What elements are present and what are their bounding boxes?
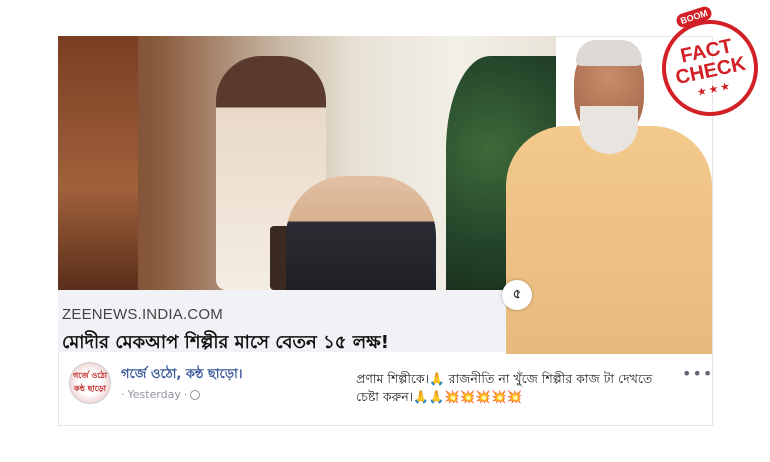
share-badge[interactable]: ৫ <box>502 280 532 310</box>
page-avatar[interactable]: গর্জে ওঠো কন্ঠ ছাড়ো <box>69 362 111 404</box>
meta-separator-2: · <box>183 388 188 401</box>
post-timestamp[interactable]: Yesterday <box>128 388 181 401</box>
post-text: প্রণাম শিল্পীকে।🙏 রাজনীতি না খুঁজে শিল্প… <box>356 371 653 404</box>
link-domain: ZEENEWS.INDIA.COM <box>62 306 223 323</box>
meta-separator: · <box>121 388 125 401</box>
globe-icon <box>190 389 201 400</box>
link-preview-image[interactable] <box>58 36 556 290</box>
post-meta: · Yesterday · <box>121 388 201 401</box>
photo-seated-man <box>286 176 436 290</box>
more-options-icon[interactable]: ••• <box>682 364 713 383</box>
link-headline[interactable]: মোদীর মেকআপ শিল্পীর মাসে বেতন ১৫ লক্ষ! <box>62 328 389 359</box>
cutout-kurta <box>506 126 712 354</box>
photo-door-region <box>58 36 138 290</box>
cutout-hair <box>576 40 642 66</box>
page-name-link[interactable]: গর্জে ওঠো, কন্ঠ ছাড়ো। <box>121 365 242 386</box>
